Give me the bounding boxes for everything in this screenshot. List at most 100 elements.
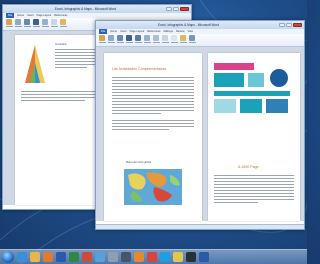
folder-icon[interactable]	[30, 252, 40, 262]
chrome-icon[interactable]	[147, 252, 157, 262]
ribbon-front	[96, 34, 304, 47]
start-orb[interactable]	[2, 251, 14, 263]
page-front-left: Las Actividades Complementarias Mapa del…	[104, 53, 202, 221]
tab-page-layout[interactable]: Page Layout	[130, 30, 145, 33]
infographic	[214, 63, 294, 117]
ribbon-label	[161, 42, 169, 43]
page-front-right: A 1000 Page	[208, 53, 300, 221]
styles-icon	[51, 19, 57, 25]
ribbon-button[interactable]	[14, 19, 22, 29]
skype-icon[interactable]	[160, 252, 170, 262]
ribbon-button[interactable]	[125, 35, 133, 45]
ribbon-button[interactable]	[134, 35, 142, 45]
infographic-chart	[248, 73, 264, 87]
camera-icon[interactable]	[121, 252, 131, 262]
ribbon-button[interactable]	[32, 19, 40, 29]
paragraph-icon	[42, 19, 48, 25]
maximize-button[interactable]	[286, 23, 292, 27]
ribbon-label	[59, 26, 67, 27]
infographic-bar	[214, 91, 290, 96]
infographic-chart	[266, 99, 288, 113]
titlebar-front[interactable]: Excel, Infographic & Maps - Microsoft Wo…	[96, 21, 304, 29]
window-controls-back	[166, 7, 189, 11]
map-caption: Mapa del clima global	[126, 161, 152, 164]
mail-icon[interactable]	[95, 252, 105, 262]
close-button[interactable]	[293, 23, 302, 27]
word-icon[interactable]	[199, 252, 209, 262]
taskbar	[0, 249, 307, 264]
infographic-banner	[214, 63, 254, 70]
ribbon-label	[116, 42, 124, 43]
window-title-back: Excel, Infographic & Maps - Microsoft Wo…	[54, 7, 117, 11]
ribbon-label	[98, 42, 106, 43]
ribbon-label	[179, 42, 187, 43]
infographic-badge	[270, 69, 288, 87]
ribbon-button[interactable]	[59, 19, 67, 29]
minimize-button[interactable]	[166, 7, 172, 11]
tab-file[interactable]: File	[99, 29, 108, 34]
gear-icon[interactable]	[108, 252, 118, 262]
ribbon-button[interactable]	[98, 35, 106, 45]
paragraph-label: Incubation	[55, 43, 67, 46]
excel-icon[interactable]	[69, 252, 79, 262]
tab-page-layout[interactable]: Page Layout	[37, 14, 52, 17]
tab-file[interactable]: File	[6, 13, 15, 18]
ribbon-label	[50, 26, 58, 27]
maximize-button[interactable]	[173, 7, 179, 11]
window-title-front: Excel, Infographic & Maps - Microsoft Wo…	[157, 23, 220, 27]
paragraph-icon	[144, 35, 150, 41]
titlebar-back[interactable]: Excel, Infographic & Maps - Microsoft Wo…	[3, 5, 191, 13]
tab-references[interactable]: References	[147, 30, 160, 33]
ribbon-button[interactable]	[116, 35, 124, 45]
ribbon-label	[125, 42, 133, 43]
world-map	[124, 169, 182, 205]
bullets-icon	[153, 35, 159, 41]
body-text	[214, 175, 294, 205]
firefox-icon[interactable]	[134, 252, 144, 262]
ribbon-label	[23, 26, 31, 27]
word-window-front[interactable]: Excel, Infographic & Maps - Microsoft Wo…	[95, 20, 305, 230]
ribbon-button[interactable]	[170, 35, 178, 45]
paint-icon[interactable]	[82, 252, 92, 262]
replace-icon	[189, 35, 195, 41]
paste-icon	[6, 19, 12, 25]
ribbon-button[interactable]	[143, 35, 151, 45]
status-bar	[96, 224, 304, 229]
ribbon-button[interactable]	[161, 35, 169, 45]
ribbon-button[interactable]	[50, 19, 58, 29]
close-button[interactable]	[180, 7, 189, 11]
tab-insert[interactable]: Insert	[27, 14, 34, 17]
ribbon-button[interactable]	[23, 19, 31, 29]
word-icon[interactable]	[56, 252, 66, 262]
cut-icon	[15, 19, 21, 25]
tab-references[interactable]: References	[54, 14, 67, 17]
ribbon-button[interactable]	[107, 35, 115, 45]
ribbon-button[interactable]	[152, 35, 160, 45]
text-block-main	[21, 91, 101, 103]
tab-view[interactable]: View	[187, 30, 193, 33]
tab-home[interactable]: Home	[17, 14, 24, 17]
media-icon[interactable]	[43, 252, 53, 262]
ribbon-button[interactable]	[5, 19, 13, 29]
infographic-chart	[214, 73, 244, 87]
ie-icon[interactable]	[17, 252, 27, 262]
bold-icon	[126, 35, 132, 41]
notes-icon[interactable]	[173, 252, 183, 262]
ribbon-button[interactable]	[41, 19, 49, 29]
ribbon-label	[41, 26, 49, 27]
ribbon-button[interactable]	[188, 35, 196, 45]
infographic-chart	[214, 99, 236, 113]
ribbon-label	[5, 26, 13, 27]
tab-mailings[interactable]: Mailings	[163, 30, 173, 33]
minimize-button[interactable]	[279, 23, 285, 27]
ribbon-label	[143, 42, 151, 43]
cut-icon	[108, 35, 114, 41]
ribbon-label	[188, 42, 196, 43]
tab-insert[interactable]: Insert	[120, 30, 127, 33]
triangle-diagram	[25, 45, 45, 83]
ribbon-label	[32, 26, 40, 27]
terminal-icon[interactable]	[186, 252, 196, 262]
ribbon-button[interactable]	[179, 35, 187, 45]
tab-home[interactable]: Home	[110, 30, 117, 33]
tab-review[interactable]: Review	[176, 30, 185, 33]
